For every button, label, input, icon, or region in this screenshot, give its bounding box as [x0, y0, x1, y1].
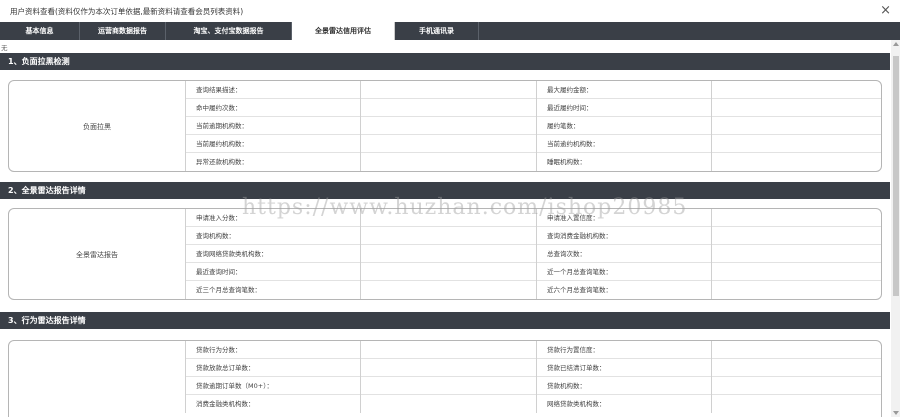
field-value — [360, 281, 536, 299]
table-row: 贷款逾期订单数（M0+）： 贷款机构数： — [185, 377, 881, 395]
field-value — [711, 263, 881, 281]
scrollbar-thumb[interactable] — [893, 56, 899, 296]
scroll-down-icon[interactable] — [893, 411, 899, 415]
field-label: 申请准入分数： — [185, 209, 360, 227]
field-label: 查询结果描述： — [185, 81, 360, 99]
field-value — [360, 209, 536, 227]
close-icon[interactable]: × — [880, 3, 891, 19]
field-label: 履约笔数： — [536, 117, 711, 135]
field-label: 当前逾约机构数： — [536, 135, 711, 153]
field-value — [711, 153, 881, 171]
field-value — [711, 99, 881, 117]
table-row: 命中履约次数： 最近履约时间： — [185, 99, 881, 117]
field-label: 查询消费金融机构数： — [536, 227, 711, 245]
group-label: 负面拉黑 — [83, 123, 111, 131]
window-title: 用户资料查看(资料仅作为本次订单依据,最新资料请查看会员列表资料) — [10, 7, 244, 16]
table-row: 当前履约机构数： 当前逾约机构数： — [185, 135, 881, 153]
field-label: 查询机构数： — [185, 227, 360, 245]
field-label: 贷款行为分数： — [185, 341, 360, 359]
window-titlebar: 用户资料查看(资料仅作为本次订单依据,最新资料请查看会员列表资料) × — [0, 0, 900, 22]
field-value — [360, 359, 536, 377]
field-value — [360, 227, 536, 245]
field-value — [711, 377, 881, 395]
field-value — [360, 99, 536, 117]
field-label: 最近查询时间： — [185, 263, 360, 281]
table-row: 最近查询时间： 近一个月总查询笔数： — [185, 263, 881, 281]
field-value — [360, 341, 536, 359]
field-value — [711, 227, 881, 245]
table-row: 贷款行为分数： 贷款行为置信度： — [185, 341, 881, 359]
panel-radar-report: 全景雷达报告 申请准入分数： 申请准入置信度： 查询机构数： 查询消费金融机构数… — [8, 208, 882, 300]
field-value — [360, 377, 536, 395]
field-label: 近三个月总查询笔数： — [185, 281, 360, 299]
field-value — [711, 359, 881, 377]
table-row: 查询网络贷款类机构数： 总查询次数： — [185, 245, 881, 263]
field-value — [360, 153, 536, 171]
field-label: 消费金融类机构数： — [185, 395, 360, 413]
table-row: 当前逾期机构数： 履约笔数： — [185, 117, 881, 135]
tab-carrier-report[interactable]: 运营商数据报告 — [80, 22, 166, 40]
field-label: 贷款行为置信度： — [536, 341, 711, 359]
field-label: 贷款已结清订单数： — [536, 359, 711, 377]
field-value — [360, 117, 536, 135]
field-value — [711, 341, 881, 359]
tab-phone-contacts[interactable]: 手机通讯录 — [395, 22, 479, 40]
field-value — [711, 209, 881, 227]
table-row: 消费金融类机构数： 网络贷款类机构数： — [185, 395, 881, 413]
no-data-text: 无 — [1, 44, 8, 52]
field-label: 命中履约次数： — [185, 99, 360, 117]
table-row: 申请准入分数： 申请准入置信度： — [185, 209, 881, 227]
table-row: 近三个月总查询笔数： 近六个月总查询笔数： — [185, 281, 881, 299]
field-value — [360, 245, 536, 263]
field-label: 近一个月总查询笔数： — [536, 263, 711, 281]
field-label: 睡眠机构数： — [536, 153, 711, 171]
field-value — [711, 395, 881, 413]
field-label: 异常还款机构数： — [185, 153, 360, 171]
field-label: 贷款机构数： — [536, 377, 711, 395]
field-value — [360, 135, 536, 153]
group-label: 全景雷达报告 — [76, 251, 118, 259]
field-label: 当前逾期机构数： — [185, 117, 360, 135]
field-value — [711, 81, 881, 99]
field-label: 最大履约金额： — [536, 81, 711, 99]
vertical-scrollbar[interactable] — [891, 40, 900, 417]
section-header-behavior: 3、行为雷达报告详情 — [0, 312, 890, 329]
tab-taobao-alipay-report[interactable]: 淘宝、支付宝数据报告 — [166, 22, 292, 40]
field-value — [360, 395, 536, 413]
field-value — [360, 81, 536, 99]
field-value — [360, 263, 536, 281]
field-value — [711, 281, 881, 299]
table-row: 贷款放款总订单数： 贷款已结清订单数： — [185, 359, 881, 377]
field-label: 查询网络贷款类机构数： — [185, 245, 360, 263]
section-header-radar: 2、全景雷达报告详情 — [0, 182, 890, 199]
table-row: 异常还款机构数： 睡眠机构数： — [185, 153, 881, 171]
field-label: 申请准入置信度： — [536, 209, 711, 227]
tab-radar-credit[interactable]: 全景雷达信用评估 — [292, 22, 395, 40]
panel-behavior-report: 贷款行为分数： 贷款行为置信度： 贷款放款总订单数： 贷款已结清订单数： 贷款逾… — [8, 340, 882, 417]
field-label: 近六个月总查询笔数： — [536, 281, 711, 299]
field-label: 最近履约时间： — [536, 99, 711, 117]
field-value — [711, 245, 881, 263]
panel-negative-check: 负面拉黑 查询结果描述： 最大履约金额： 命中履约次数： 最近履约时间： 当前逾… — [8, 80, 882, 172]
section-header-negative: 1、负面拉黑检测 — [0, 53, 890, 70]
tab-bar: 基本信息 运营商数据报告 淘宝、支付宝数据报告 全景雷达信用评估 手机通讯录 — [0, 22, 900, 40]
tab-basic-info[interactable]: 基本信息 — [0, 22, 80, 40]
field-value — [711, 135, 881, 153]
field-label: 网络贷款类机构数： — [536, 395, 711, 413]
scroll-up-icon[interactable] — [893, 42, 899, 46]
table-row: 查询机构数： 查询消费金融机构数： — [185, 227, 881, 245]
field-label: 总查询次数： — [536, 245, 711, 263]
field-label: 当前履约机构数： — [185, 135, 360, 153]
field-label: 贷款逾期订单数（M0+）： — [185, 377, 360, 395]
table-row: 查询结果描述： 最大履约金额： — [185, 81, 881, 99]
field-label: 贷款放款总订单数： — [185, 359, 360, 377]
field-value — [711, 117, 881, 135]
